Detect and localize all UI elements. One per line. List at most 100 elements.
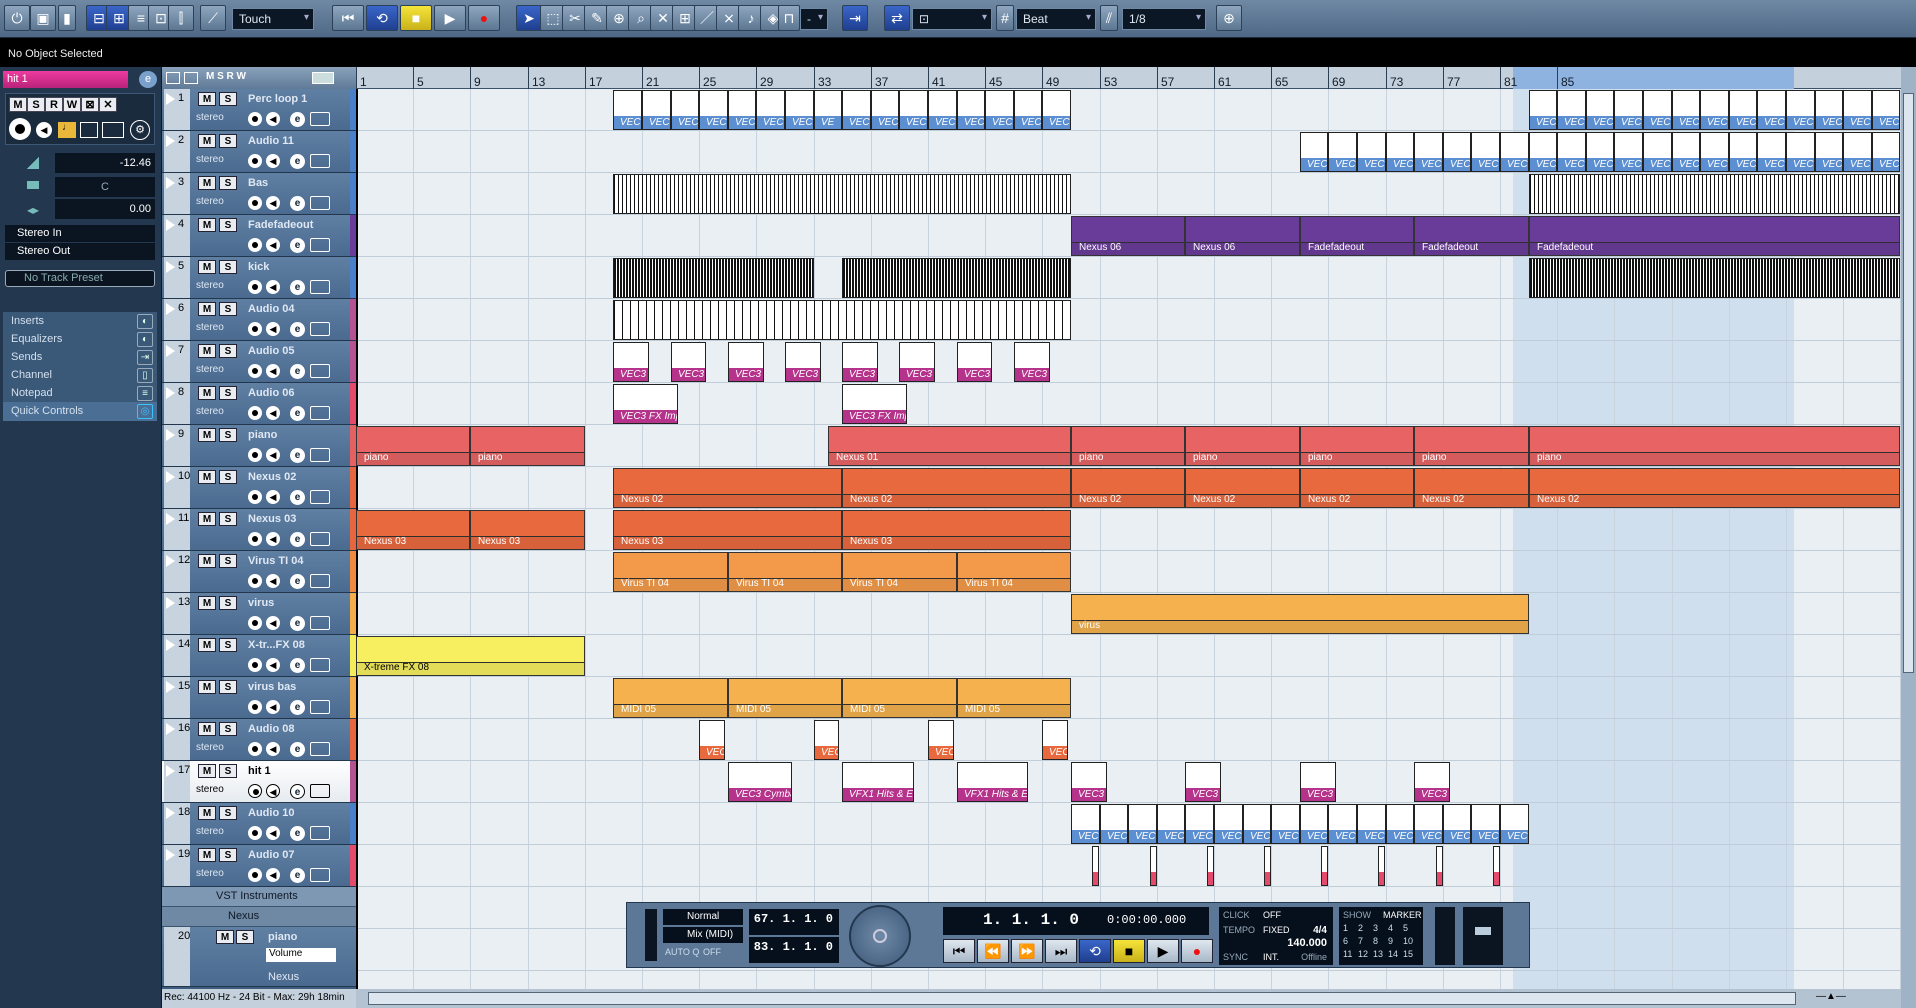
track-record-enable-icon[interactable] — [248, 532, 262, 546]
inspector-section-notepad[interactable]: Notepad ≡ — [3, 384, 157, 404]
track-record-enable-icon[interactable] — [248, 826, 262, 840]
inspector-section-inserts[interactable]: Inserts ◐ — [3, 312, 157, 332]
record-icon[interactable]: ● — [468, 5, 500, 31]
audio-event[interactable]: VEC — [699, 720, 725, 760]
audio-event[interactable]: VEC — [1471, 132, 1500, 172]
audio-event[interactable]: VFX1 Hits & Ex — [842, 762, 914, 802]
track-record-enable-icon[interactable] — [248, 490, 262, 504]
folder-nexus[interactable]: Nexus — [162, 907, 356, 927]
autoscroll-icon[interactable]: ⇄ — [884, 5, 910, 31]
track-solo-button[interactable]: S — [219, 428, 237, 442]
track-edit-channel-icon[interactable]: e — [290, 826, 305, 841]
lock-icon[interactable]: ♩ — [58, 122, 76, 138]
time-signature[interactable]: 4/4 — [1313, 925, 1327, 936]
track-record-enable-icon[interactable] — [248, 196, 262, 210]
track-edit-channel-icon[interactable]: e — [290, 742, 305, 757]
zoom-slider[interactable]: —▲— — [1816, 991, 1886, 1005]
track-lanes-icon[interactable] — [310, 322, 330, 336]
track-monitor-icon[interactable]: ◀ — [266, 784, 280, 798]
audio-event[interactable] — [1150, 846, 1157, 886]
cycle-icon[interactable]: ⟲ — [366, 5, 398, 31]
audio-waveform[interactable] — [613, 258, 814, 298]
midi-part[interactable]: MIDI 05 — [957, 678, 1071, 718]
track-header[interactable]: 1 M S Perc loop 1 stereo ◀ e — [162, 89, 356, 131]
vertical-scroll-thumb[interactable] — [1903, 93, 1914, 673]
track-solo-button[interactable]: S — [219, 848, 237, 862]
track-solo-button[interactable]: S — [219, 260, 237, 274]
midi-part[interactable]: Nexus 06 — [1185, 216, 1300, 256]
track-lanes-icon[interactable] — [310, 868, 330, 882]
audio-event[interactable]: VEC — [1529, 90, 1557, 130]
midi-part[interactable]: Virus TI 04 — [728, 552, 842, 592]
track-edit-channel-icon[interactable]: e — [290, 616, 305, 631]
audio-event[interactable]: VEC — [928, 720, 954, 760]
track-mute-button[interactable]: M — [198, 470, 216, 484]
arrangement-area[interactable]: VEC VEC VEC VEC VEC VEC VEC VE VEC VEC VEC VEC VEC VE… — [356, 89, 1901, 989]
track-lanes-icon[interactable] — [310, 700, 330, 714]
audio-event[interactable]: VEC — [1672, 132, 1700, 172]
audio-event[interactable]: VE — [814, 90, 842, 130]
audio-event[interactable]: VEC3 — [899, 342, 935, 382]
track-record-enable-icon[interactable] — [248, 616, 262, 630]
track-solo-button[interactable]: S — [219, 806, 237, 820]
track-monitor-icon[interactable]: ◀ — [266, 364, 280, 378]
midi-part[interactable]: Nexus 01 — [828, 426, 1071, 466]
track-edit-channel-icon[interactable]: e — [290, 196, 305, 211]
midi-part[interactable]: Nexus 02 — [1185, 468, 1300, 508]
solo-button[interactable]: S — [27, 97, 45, 112]
transport-record[interactable]: ● — [1181, 939, 1213, 963]
track-monitor-icon[interactable]: ◀ — [266, 658, 280, 672]
midi-part[interactable]: piano — [356, 426, 470, 466]
track-edit-channel-icon[interactable]: e — [290, 868, 305, 883]
midi-part[interactable]: Nexus 02 — [1071, 468, 1185, 508]
track-record-enable-icon[interactable] — [248, 574, 262, 588]
audio-event[interactable]: VEC — [1271, 804, 1300, 844]
midi-part[interactable]: Fadefadeout — [1529, 216, 1900, 256]
track-settings-icon[interactable]: ⚙ — [130, 120, 150, 140]
track-lanes-icon[interactable] — [310, 784, 330, 798]
instrument-track-header[interactable]: 20 M Spiano Volume Nexus — [162, 927, 356, 987]
horizontal-scroll-thumb[interactable] — [368, 992, 1796, 1005]
audio-event[interactable]: VEC — [1643, 132, 1672, 172]
audio-event[interactable]: VEC3 — [1071, 762, 1107, 802]
audio-event[interactable]: VEC — [1042, 720, 1068, 760]
track-monitor-icon[interactable]: ◀ — [266, 826, 280, 840]
audio-event[interactable]: VEC — [1328, 132, 1357, 172]
track-header[interactable]: 19 M S Audio 07 stereo ◀ e — [162, 845, 356, 887]
transport-rewind[interactable]: ⏪ — [977, 939, 1009, 963]
track-mute-button[interactable]: M — [198, 386, 216, 400]
track-record-enable-icon[interactable] — [248, 280, 262, 294]
expand-track-icon[interactable] — [166, 639, 175, 651]
track-record-enable-icon[interactable] — [248, 700, 262, 714]
midi-part[interactable]: Fadefadeout — [1414, 216, 1529, 256]
track-monitor-icon[interactable]: ◀ — [266, 112, 280, 126]
track-edit-channel-icon[interactable]: e — [290, 784, 305, 799]
transport-goto-start[interactable]: ⏮ — [943, 939, 975, 963]
track-record-enable-icon[interactable] — [248, 742, 262, 756]
track-name[interactable]: Audio 10 — [248, 807, 338, 819]
audio-event[interactable]: VEC — [1386, 804, 1414, 844]
track-name[interactable]: Nexus 02 — [248, 471, 338, 483]
audio-event[interactable]: VEC3 — [728, 342, 764, 382]
track-solo-button[interactable]: S — [219, 596, 237, 610]
audio-event[interactable]: VEC — [814, 720, 839, 760]
audio-event[interactable]: VEC — [871, 90, 899, 130]
audio-event[interactable]: VEC — [1414, 804, 1443, 844]
track-header[interactable]: 8 M S Audio 06 stereo ◀ e — [162, 383, 356, 425]
audio-event[interactable]: VEC3 — [613, 342, 649, 382]
track-solo-button[interactable]: S — [219, 344, 237, 358]
mute-button[interactable]: M — [9, 97, 27, 112]
audio-event[interactable]: VEC — [1757, 132, 1786, 172]
inspector-section-icon[interactable]: ▯ — [137, 368, 153, 383]
marker-button[interactable]: 15 — [1403, 949, 1413, 959]
transport-stop[interactable]: ■ — [1113, 939, 1145, 963]
snap-type-dropdown[interactable]: ⊡ — [912, 8, 992, 30]
audio-event[interactable]: VEC — [1529, 132, 1557, 172]
marker-button[interactable]: 3 — [1373, 923, 1378, 933]
track-header[interactable]: 16 M S Audio 08 stereo ◀ e — [162, 719, 356, 761]
audio-event[interactable] — [1264, 846, 1271, 886]
track-header[interactable]: 12 M S Virus TI 04 ◀ e — [162, 551, 356, 593]
track-header[interactable]: 17 M Shit 1 stereo ◀ e — [162, 761, 356, 803]
audio-event[interactable]: VEC — [1071, 804, 1100, 844]
track-solo-button[interactable]: S — [219, 764, 237, 778]
